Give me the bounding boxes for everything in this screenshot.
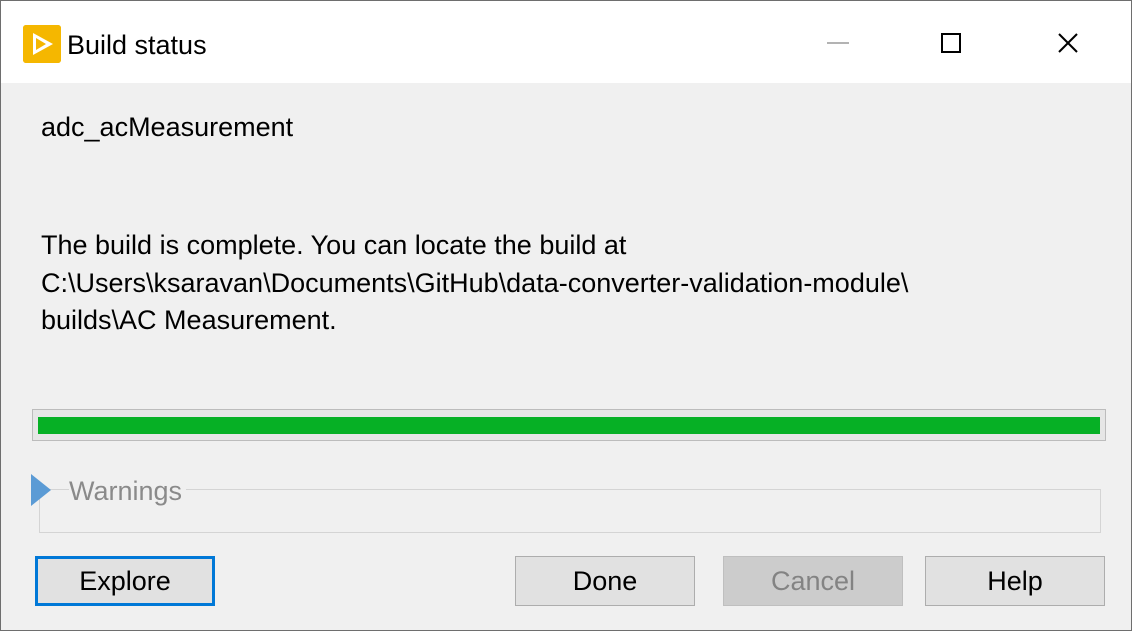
maximize-button[interactable]: [895, 1, 1011, 83]
warnings-group: [39, 489, 1101, 533]
expand-triangle-icon[interactable]: [29, 471, 55, 509]
title-bar[interactable]: Build status: [1, 1, 1131, 83]
build-status-dialog: Build status adc_acMeasurement The build…: [0, 0, 1132, 631]
minimize-button[interactable]: [779, 1, 895, 83]
help-button[interactable]: Help: [925, 556, 1105, 606]
project-name: adc_acMeasurement: [41, 112, 294, 142]
cancel-button[interactable]: Cancel: [723, 556, 903, 606]
build-progress-bar: [32, 409, 1106, 441]
window-title: Build status: [67, 30, 207, 60]
close-icon: [1058, 33, 1078, 53]
build-complete-message: The build is complete. You can locate th…: [41, 227, 1101, 340]
maximize-icon: [941, 33, 961, 53]
minimize-icon: [827, 42, 849, 44]
warnings-label[interactable]: Warnings: [69, 475, 187, 507]
close-button[interactable]: [1011, 1, 1127, 83]
message-line: C:\Users\ksaravan\Documents\GitHub\data-…: [41, 267, 909, 298]
progress-fill: [38, 417, 1100, 434]
done-button[interactable]: Done: [515, 556, 695, 606]
message-line: builds\AC Measurement.: [41, 305, 337, 335]
message-line: The build is complete. You can locate th…: [41, 230, 627, 260]
explore-button[interactable]: Explore: [35, 556, 215, 606]
labview-run-arrow-icon: [23, 25, 61, 63]
